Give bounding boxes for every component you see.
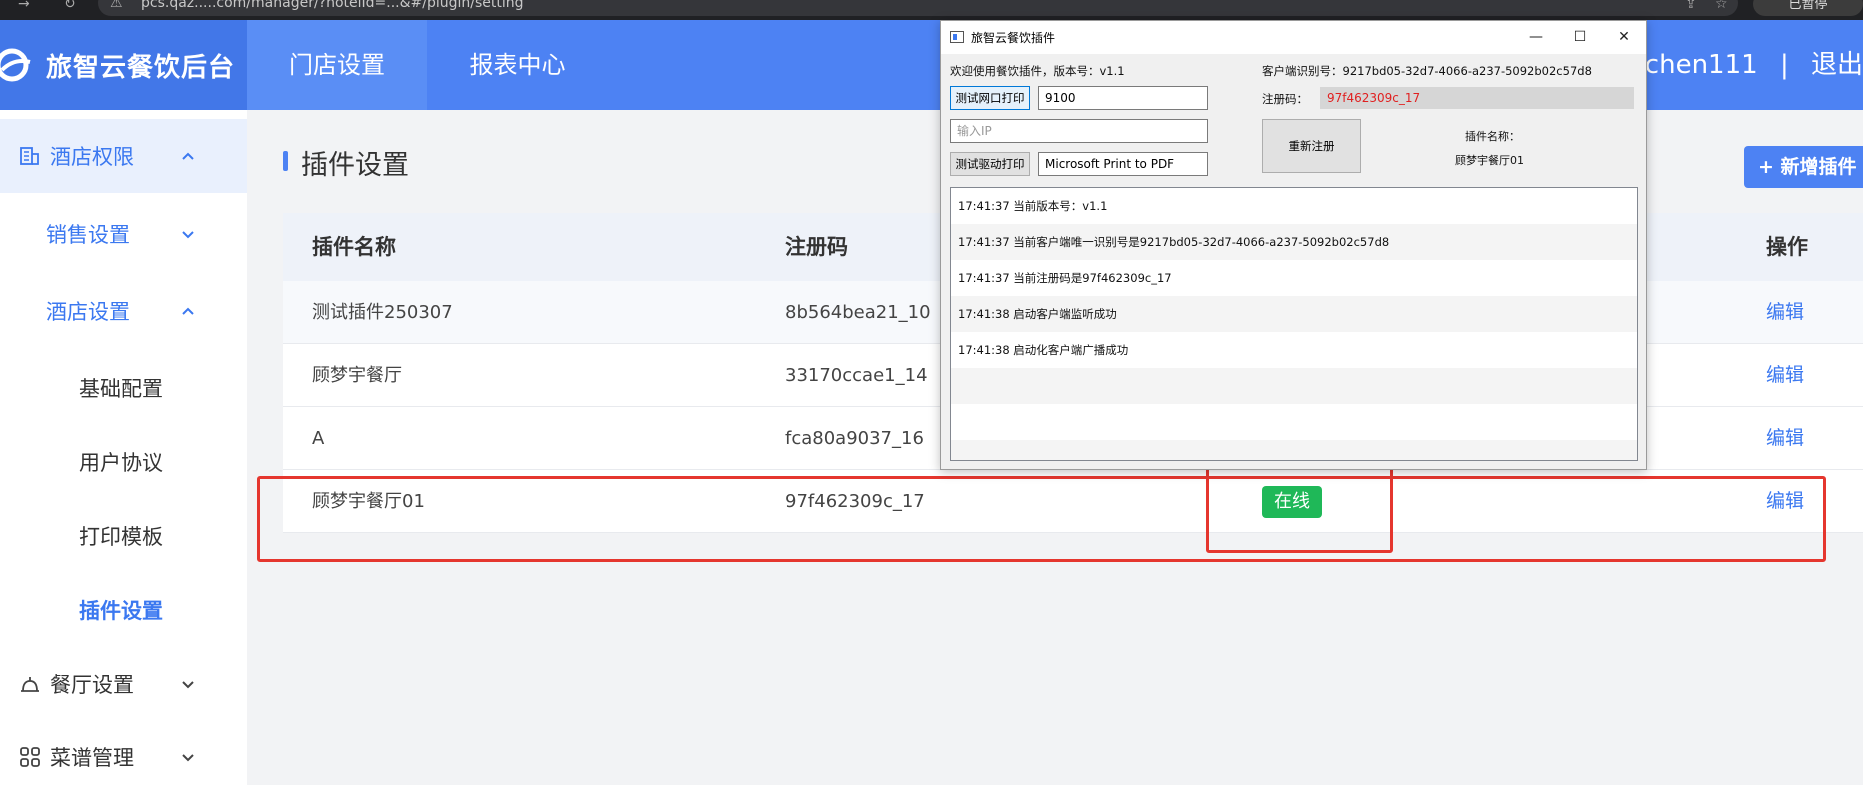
column-header-reg-code: 注册码 (785, 235, 848, 259)
header-separator: | (1779, 50, 1789, 80)
plugin-name: 顾梦宇餐厅 (312, 365, 402, 386)
sidebar-item-sales-settings[interactable]: 销售设置 (0, 197, 247, 271)
log-line: 17:41:37 当前注册码是97f462309c_17 (958, 271, 1172, 285)
add-plugin-button[interactable]: + 新增插件 (1744, 146, 1863, 188)
edit-link[interactable]: 编辑 (1766, 407, 1804, 470)
log-list[interactable]: 17:41:37 当前版本号：v1.1 17:41:37 当前客户端唯一识别号是… (950, 187, 1638, 461)
sidebar-item-label: 餐厅设置 (50, 673, 134, 697)
plugin-name: 测试插件250307 (312, 302, 453, 323)
logout-link[interactable]: 退出 (1811, 50, 1863, 80)
sidebar-item-label: 插件设置 (79, 599, 163, 623)
chevron-up-icon (182, 307, 194, 315)
highlight-status-box (1206, 465, 1393, 553)
browser-toolbar: → ↻ ⚠ pcs.qaz.....com/manager/?hotelId=.… (0, 0, 1863, 20)
chevron-down-icon (182, 754, 194, 762)
log-line: 17:41:37 当前版本号：v1.1 (958, 199, 1108, 213)
column-header-actions: 操作 (1766, 235, 1808, 259)
lock-icon: ⚠ (110, 0, 123, 11)
address-bar[interactable]: ⚠ pcs.qaz.....com/manager/?hotelId=...&#… (98, 0, 1738, 16)
log-line: 17:41:37 当前客户端唯一识别号是9217bd05-32d7-4066-a… (951, 224, 1637, 260)
plugin-name: A (312, 428, 325, 449)
edit-link[interactable]: 编辑 (1766, 281, 1804, 344)
sidebar-item-label: 销售设置 (46, 223, 130, 247)
sidebar-item-label: 酒店设置 (46, 300, 130, 324)
reg-code: fca80a9037_16 (785, 428, 924, 449)
chevron-down-icon (182, 231, 194, 239)
sidebar-item-print-template[interactable]: 打印模板 (0, 499, 247, 573)
maximize-icon[interactable]: ☐ (1558, 21, 1602, 54)
sidebar-item-plugin-settings[interactable]: 插件设置 (0, 573, 247, 647)
nav-report-center[interactable]: 报表中心 (440, 20, 595, 110)
sidebar-item-label: 基础配置 (79, 377, 163, 401)
log-line: 17:41:38 启动化客户端广播成功 (958, 343, 1129, 357)
reg-code-label: 注册码： (1262, 92, 1308, 106)
minimize-icon[interactable]: — (1514, 21, 1558, 54)
logo-icon (0, 48, 31, 82)
welcome-text: 欢迎使用餐饮插件，版本号：v1.1 (950, 64, 1125, 78)
plugin-name-value: 顾梦宇餐厅01 (1455, 154, 1524, 167)
ip-input[interactable]: 输入IP (950, 119, 1208, 143)
test-driver-print-button[interactable]: 测试驱动打印 (950, 152, 1030, 176)
building-icon (20, 147, 39, 165)
chevron-down-icon (182, 681, 194, 689)
sidebar-item-label: 菜谱管理 (50, 746, 134, 770)
chevron-up-icon (182, 152, 194, 160)
close-icon[interactable]: ✕ (1602, 21, 1646, 54)
port-input[interactable]: 9100 (1038, 86, 1208, 110)
plugin-name-label: 插件名称： (1465, 130, 1520, 143)
grid-icon (20, 747, 40, 767)
reg-code-field: 97f462309c_17 (1320, 87, 1634, 109)
re-register-button[interactable]: 重新注册 (1262, 119, 1361, 173)
sidebar-item-restaurant-settings[interactable]: 餐厅设置 (0, 647, 247, 721)
star-icon[interactable]: ☆ (1715, 0, 1728, 12)
app-logo[interactable]: 旅智云餐饮后台 (0, 20, 247, 110)
client-id-text: 客户端识别号：9217bd05-32d7-4066-a237-5092b02c5… (1262, 64, 1592, 78)
plugin-dialog-window: 旅智云餐饮插件 — ☐ ✕ 欢迎使用餐饮插件，版本号：v1.1 客户端识别号：9… (940, 20, 1647, 470)
nav-store-settings[interactable]: 门店设置 (247, 20, 427, 110)
edit-link[interactable]: 编辑 (1766, 344, 1804, 407)
bell-icon (21, 677, 39, 692)
sidebar-item-hotel-permissions[interactable]: 酒店权限 (0, 119, 247, 193)
highlight-row-box (257, 476, 1826, 562)
address-text: pcs.qaz.....com/manager/?hotelId=...&#/p… (141, 0, 524, 11)
printer-select[interactable]: Microsoft Print to PDF (1038, 152, 1208, 176)
user-area: liuchen111 | 退出 (1614, 20, 1863, 110)
sidebar-item-label: 酒店权限 (50, 145, 134, 169)
profile-button[interactable]: 已暂停 (1753, 0, 1863, 16)
forward-icon[interactable]: → (18, 0, 30, 12)
page-title: 插件设置 (301, 150, 409, 181)
sidebar-item-hotel-settings[interactable]: 酒店设置 (0, 274, 247, 348)
sidebar-item-basic-config[interactable]: 基础配置 (0, 351, 247, 425)
column-header-plugin-name: 插件名称 (312, 235, 396, 259)
test-network-print-button[interactable]: 测试网口打印 (950, 86, 1030, 110)
sidebar-item-menu-management[interactable]: 菜谱管理 (0, 720, 247, 785)
sidebar-item-label: 打印模板 (79, 525, 163, 549)
app-title: 旅智云餐饮后台 (46, 52, 236, 83)
title-accent-bar (283, 151, 288, 171)
reg-code: 33170ccae1_14 (785, 365, 928, 386)
window-app-icon (950, 31, 964, 43)
sidebar: 酒店权限 销售设置 酒店设置 基础配置 用户协议 打印模板 插件设置 餐厅设置 (0, 110, 247, 785)
dialog-title: 旅智云餐饮插件 (971, 31, 1056, 45)
share-icon[interactable]: ⇪ (1685, 0, 1697, 12)
log-line (951, 440, 1637, 460)
reload-icon[interactable]: ↻ (64, 0, 76, 12)
log-line: 17:41:38 启动客户端监听成功 (951, 296, 1637, 332)
reg-code: 8b564bea21_10 (785, 302, 931, 323)
dialog-titlebar[interactable]: 旅智云餐饮插件 — ☐ ✕ (941, 21, 1646, 54)
log-line (951, 368, 1637, 404)
sidebar-item-user-agreement[interactable]: 用户协议 (0, 425, 247, 499)
sidebar-item-label: 用户协议 (79, 451, 163, 475)
